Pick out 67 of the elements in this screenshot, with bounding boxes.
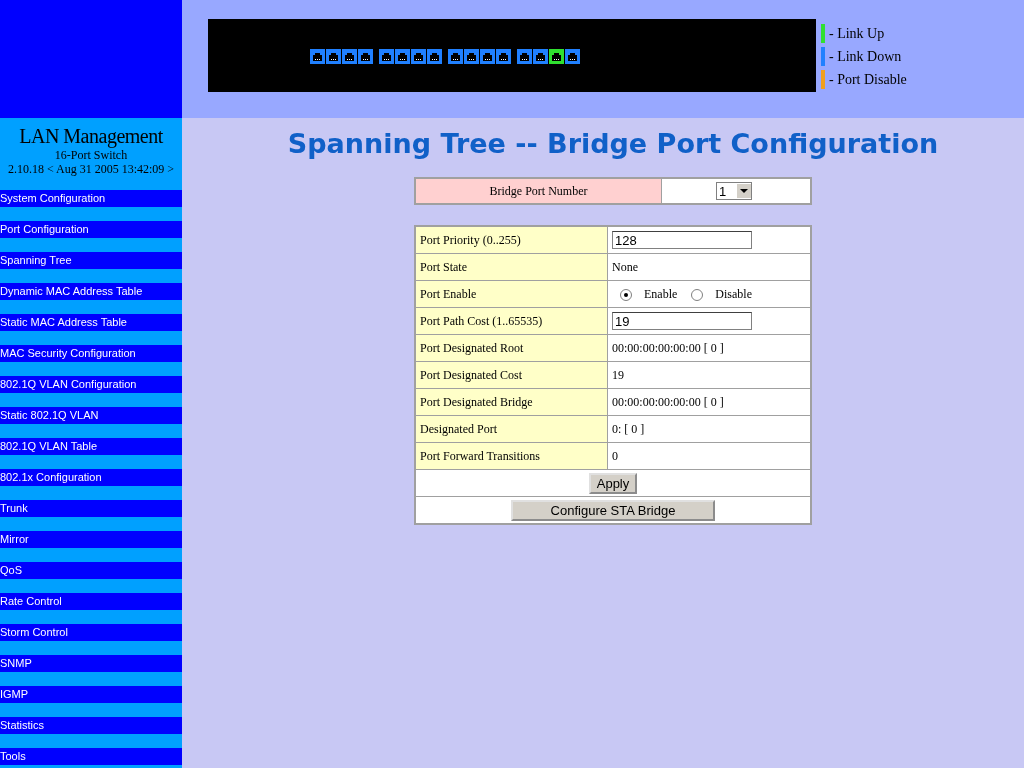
sidebar-item[interactable]: Static MAC Address Table [0, 314, 182, 331]
apply-button[interactable]: Apply [588, 472, 638, 494]
legend-label: - Port Disable [829, 71, 907, 88]
table-cell: None [612, 259, 638, 274]
table-label-cell: Port State [415, 253, 608, 281]
sidebar-item[interactable]: Dynamic MAC Address Table [0, 283, 182, 300]
ethernet-port-icon[interactable] [565, 48, 580, 64]
table-label-cell: Port Enable [415, 280, 608, 308]
input-field[interactable]: 128 [612, 231, 752, 249]
ethernet-port-icon[interactable] [464, 48, 479, 64]
sidebar-item[interactable]: Spanning Tree [0, 252, 182, 269]
sidebar-item[interactable]: Static 802.1Q VLAN [0, 407, 182, 424]
ethernet-port-icon[interactable] [549, 48, 564, 64]
sidebar-item[interactable]: Statistics [0, 717, 182, 734]
ethernet-port-icon[interactable] [448, 48, 463, 64]
ethernet-port-icon[interactable] [379, 48, 394, 64]
ethernet-port-icon[interactable] [480, 48, 495, 64]
table-cell: 00:00:00:00:00:00 [ 0 ] [612, 340, 724, 355]
table-cell: 0 [612, 448, 618, 463]
legend-label: - Link Up [829, 25, 885, 42]
port-select[interactable]: 1 [716, 182, 752, 200]
sidebar-item[interactable]: Tools [0, 748, 182, 765]
ethernet-port-icon[interactable] [342, 48, 357, 64]
table-label-cell: Bridge Port Number [415, 178, 662, 204]
ethernet-port-icon[interactable] [326, 48, 341, 64]
sidebar-item[interactable]: System Configuration [0, 190, 182, 207]
ethernet-port-icon[interactable] [358, 48, 373, 64]
table-label-cell: Designated Port [415, 415, 608, 443]
configure-sta-bridge-button[interactable]: Configure STA Bridge [511, 499, 715, 521]
table-label-cell: Port Path Cost (1..65535) [415, 307, 608, 335]
radio-button[interactable] [620, 288, 632, 301]
sidebar-item[interactable]: 802.1x Configuration [0, 469, 182, 486]
sidebar-item[interactable]: IGMP [0, 686, 182, 703]
sidebar-item[interactable]: SNMP [0, 655, 182, 672]
ethernet-port-icon[interactable] [517, 48, 532, 64]
table-cell: 00:00:00:00:00:00 [ 0 ] [612, 394, 724, 409]
app-title: LAN Management [18, 124, 164, 148]
input-field[interactable]: 19 [612, 312, 752, 330]
table-label-cell: Port Designated Cost [415, 361, 608, 389]
ethernet-port-icon[interactable] [395, 48, 410, 64]
sidebar-item[interactable]: QoS [0, 562, 182, 579]
table-label-cell: Port Designated Bridge [415, 388, 608, 416]
sidebar-item[interactable]: Port Configuration [0, 221, 182, 238]
ethernet-port-icon[interactable] [411, 48, 426, 64]
ethernet-port-icon[interactable] [496, 48, 511, 64]
sidebar-item[interactable]: Mirror [0, 531, 182, 548]
sidebar-item[interactable]: MAC Security Configuration [0, 345, 182, 362]
ethernet-port-icon[interactable] [533, 48, 548, 64]
sidebar-item[interactable]: 802.1Q VLAN Table [0, 438, 182, 455]
device-name: 16-Port Switch [53, 148, 129, 162]
ethernet-port-icon[interactable] [427, 48, 442, 64]
table-label-cell: Port Forward Transitions [415, 442, 608, 470]
ethernet-port-icon[interactable] [310, 48, 325, 64]
table-label-cell: Port Priority (0..255) [415, 226, 608, 254]
table-cell: 0: [ 0 ] [612, 421, 645, 436]
legend-label: - Link Down [829, 48, 902, 65]
radio-button[interactable] [691, 288, 704, 301]
sidebar-item[interactable]: Storm Control [0, 624, 182, 641]
firmware-version: 2.10.18 < Aug 31 2005 13:42:09 > [6, 162, 176, 176]
sidebar-item[interactable]: Rate Control [0, 593, 182, 610]
table-cell: 19 [612, 367, 624, 382]
page-title: Spanning Tree -- Bridge Port Configuration [287, 128, 939, 159]
radio-label: Disable [715, 287, 752, 303]
sidebar-item[interactable]: 802.1Q VLAN Configuration [0, 376, 182, 393]
radio-label: Enable [644, 287, 678, 303]
sidebar-item[interactable]: Trunk [0, 500, 182, 517]
table-label-cell: Port Designated Root [415, 334, 608, 362]
